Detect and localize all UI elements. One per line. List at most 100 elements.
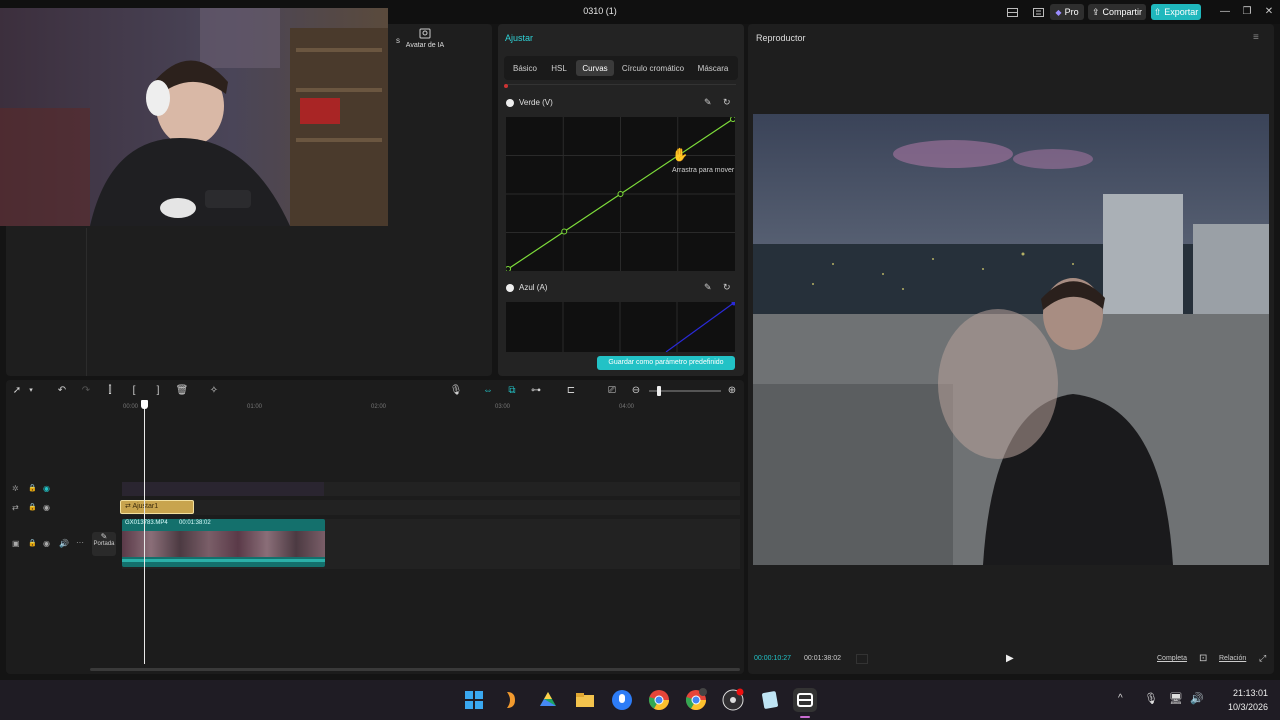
project-title: 0310 (1) xyxy=(583,6,617,16)
timecode-icon[interactable] xyxy=(856,654,868,664)
capcut-icon[interactable] xyxy=(793,688,817,712)
lock-icon[interactable]: 🔒 xyxy=(28,484,37,492)
blue-channel-toggle[interactable] xyxy=(506,284,514,292)
effect-clip[interactable] xyxy=(122,482,324,496)
blue-curve-canvas[interactable] xyxy=(506,302,735,352)
green-curve-canvas[interactable]: ✋ xyxy=(505,116,736,272)
chevron-down-icon[interactable]: ▾ xyxy=(24,384,38,398)
split-icon[interactable]: ⫿ xyxy=(103,384,117,398)
player-title: Reproductor xyxy=(756,33,806,43)
captions-icon[interactable]: ⎚ xyxy=(605,384,619,398)
save-preset-button[interactable]: Guardar como parámetro predefinido xyxy=(597,356,735,370)
mic-tray-icon[interactable]: 🎙 xyxy=(1144,692,1158,705)
undo-icon[interactable]: ↶ xyxy=(55,384,69,398)
voice-icon[interactable] xyxy=(610,688,634,712)
curve-control-point[interactable] xyxy=(561,228,568,235)
play-icon[interactable]: ▶ xyxy=(1006,653,1014,664)
windows-start-icon[interactable] xyxy=(462,688,486,712)
ruler-label: 01:00 xyxy=(247,404,263,410)
magnet-icon[interactable]: ⇔ xyxy=(481,384,495,398)
google-drive-icon[interactable] xyxy=(536,688,560,712)
file-explorer-icon[interactable] xyxy=(573,688,597,712)
eye-icon[interactable]: ◉ xyxy=(43,484,50,493)
reset-icon[interactable]: ↻ xyxy=(723,97,731,108)
link-icon[interactable]: ⧉ xyxy=(505,384,519,398)
clock-time[interactable]: 21:13:01 xyxy=(1220,688,1268,698)
fit-icon[interactable]: ⊡ xyxy=(1199,653,1207,664)
video-preview[interactable] xyxy=(753,114,1269,565)
audio-icon[interactable]: 🔊 xyxy=(59,539,69,548)
tab-mask[interactable]: Máscara xyxy=(692,60,734,76)
zoom-in-icon[interactable]: ⊕ xyxy=(725,384,739,398)
clock-date[interactable]: 10/3/2026 xyxy=(1220,702,1268,712)
curve-control-point[interactable] xyxy=(617,191,624,197)
adjust-track xyxy=(122,500,740,515)
drag-tooltip: Arrastra para mover xyxy=(672,167,735,174)
adjust-clip[interactable]: ⇄ Ajustar1 xyxy=(120,500,194,514)
green-curve-editor[interactable]: ✋ xyxy=(505,116,736,272)
fullscreen-icon[interactable]: ⤢ xyxy=(1259,653,1266,664)
avatar-icon xyxy=(419,28,431,39)
ai-avatar-tab[interactable]: Avatar de IA xyxy=(398,28,452,49)
blue-curve-editor[interactable] xyxy=(506,302,735,352)
pro-button[interactable]: ◆ Pro xyxy=(1050,4,1084,20)
export-button[interactable]: ⇧ Exportar xyxy=(1151,4,1201,20)
tab-color-wheel[interactable]: Círculo cromático xyxy=(618,60,688,76)
share-button[interactable]: ⇪ Compartir xyxy=(1088,4,1146,20)
lock-icon[interactable]: 🔒 xyxy=(28,503,37,511)
windows-taskbar: ^ 🎙 🖥 🔊 21:13:01 10/3/2026 xyxy=(0,680,1280,720)
video-clip-name: GX013783.MP4 xyxy=(125,520,168,526)
eye-icon[interactable]: ◉ xyxy=(43,539,50,548)
volume-icon[interactable]: 🔊 xyxy=(1190,692,1204,705)
green-channel-toggle[interactable] xyxy=(506,99,514,107)
ruler-label: 04:00 xyxy=(619,404,635,410)
more-icon[interactable]: ··· xyxy=(76,538,84,547)
divider xyxy=(506,84,736,85)
curve-control-point[interactable] xyxy=(505,266,511,272)
preview-axis-icon[interactable]: ⊶ xyxy=(529,384,543,398)
tab-basic[interactable]: Básico xyxy=(508,60,542,76)
lock-icon[interactable]: 🔒 xyxy=(28,539,37,547)
chrome-icon[interactable] xyxy=(647,688,671,712)
close-icon[interactable]: ✕ xyxy=(1262,5,1276,19)
tab-hsl[interactable]: HSL xyxy=(546,60,572,76)
redo-icon[interactable]: ↷ xyxy=(79,384,93,398)
restore-icon[interactable]: ❐ xyxy=(1240,5,1254,19)
trim-left-icon[interactable]: [ xyxy=(127,384,141,398)
aspect-ratio-button[interactable]: Relación xyxy=(1219,655,1246,662)
obs-icon[interactable] xyxy=(721,688,745,712)
chevron-up-icon[interactable]: ^ xyxy=(1118,693,1123,704)
network-icon[interactable]: 🖥 xyxy=(1169,692,1183,705)
tab-curves[interactable]: Curvas xyxy=(576,60,614,76)
eye-icon[interactable]: ◉ xyxy=(43,503,50,512)
delete-icon[interactable]: 🗑 xyxy=(175,384,189,398)
share-label: Compartir xyxy=(1102,7,1143,17)
playhead-handle[interactable] xyxy=(141,400,148,409)
shortcut-icon[interactable] xyxy=(1030,4,1046,20)
magic-icon[interactable]: ✧ xyxy=(207,384,221,398)
cover-button[interactable]: ✎ Portada xyxy=(92,532,116,556)
chrome-profile-icon[interactable] xyxy=(684,688,708,712)
reset-icon[interactable]: ↻ xyxy=(723,282,731,293)
webcam-image xyxy=(0,8,388,226)
menu-icon[interactable]: ≡ xyxy=(1253,32,1259,43)
eyedropper-icon[interactable]: ✎ xyxy=(704,282,712,293)
curve-control-point[interactable] xyxy=(730,116,736,122)
minimize-icon[interactable]: — xyxy=(1218,5,1232,19)
snap-icon[interactable]: ⊏ xyxy=(564,384,578,398)
select-tool-icon[interactable]: ➚ xyxy=(10,384,24,398)
playhead-line[interactable] xyxy=(144,402,145,664)
eyedropper-icon[interactable]: ✎ xyxy=(704,97,712,108)
notes-app-icon[interactable] xyxy=(758,688,782,712)
video-clip[interactable]: GX013783.MP4 00:01:38:02 xyxy=(122,519,325,567)
zoom-out-icon[interactable]: ⊖ xyxy=(629,384,643,398)
capcut-window: 0310 (1) ◆ Pro ⇪ Compartir ⇧ Exportar — … xyxy=(0,0,1280,720)
timeline-scrollbar[interactable] xyxy=(90,668,740,671)
full-quality-button[interactable]: Completa xyxy=(1157,655,1187,662)
current-time: 00:00:10:27 xyxy=(754,655,791,662)
trim-right-icon[interactable]: ] xyxy=(151,384,165,398)
layout-icon[interactable] xyxy=(1004,4,1020,20)
zoom-slider-handle[interactable] xyxy=(657,386,661,396)
mic-icon[interactable]: 🎙 xyxy=(449,384,463,398)
fl-studio-icon[interactable] xyxy=(499,688,523,712)
